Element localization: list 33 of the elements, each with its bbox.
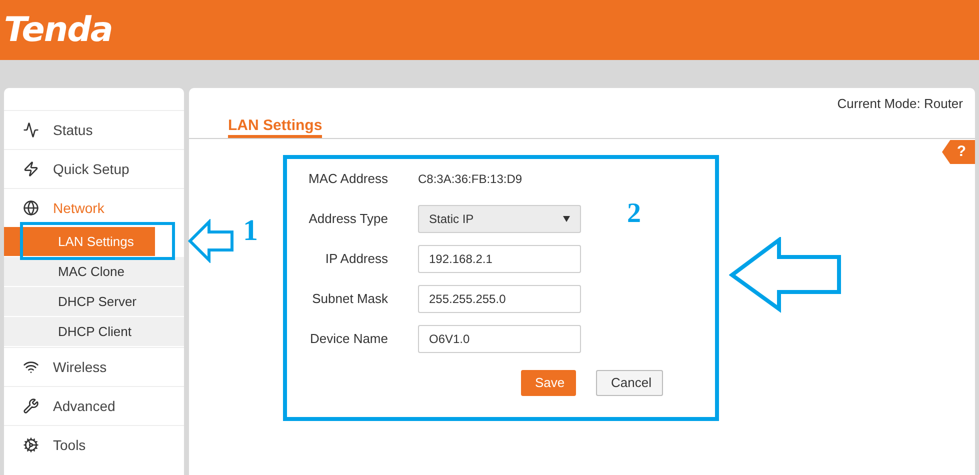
dropdown-arrow-icon [563,216,570,222]
submenu-item[interactable]: MAC Clone [4,257,184,287]
globe-icon [23,200,39,216]
field-label: IP Address [324,250,388,268]
sidebar-item[interactable]: Advanced [4,386,184,425]
logo: Tenda [4,13,112,47]
step-number: 1 [243,216,258,246]
field-value: C8:3A:36:FB:13:D9 [418,170,522,188]
arrow-icon [729,237,843,313]
wifi-icon [23,359,39,375]
wrench-icon [23,398,39,414]
sidebar-item[interactable]: Tools [4,425,184,464]
sidebar-item[interactable]: Status [4,110,184,149]
sidebar-item[interactable]: Quick Setup [4,149,184,188]
gear-icon [23,437,39,453]
sidebar-item[interactable]: Wireless [4,347,184,386]
input-field[interactable]: 192.168.2.1 [418,244,581,272]
field-label: Address Type [308,210,388,228]
input-field[interactable]: 255.255.255.0 [418,284,581,312]
pulse-icon [23,122,39,138]
submenu-item[interactable]: DHCP Server [4,287,184,317]
cancel-button[interactable]: Cancel [596,370,663,396]
step-number: 2 [627,200,641,228]
input-field[interactable]: O6V1.0 [418,324,581,352]
address-type-dropdown[interactable]: Static IP [418,204,581,232]
field-label: Device Name [308,330,388,348]
arrow-icon [187,219,235,263]
page-title: LAN Settings [228,116,322,138]
field-label: Subnet Mask [311,290,388,308]
field-label: MAC Address [308,170,388,188]
submenu-item[interactable]: DHCP Client [4,317,184,347]
lightning-icon [23,161,39,177]
current-mode-text: Current Mode: Router [837,95,963,113]
